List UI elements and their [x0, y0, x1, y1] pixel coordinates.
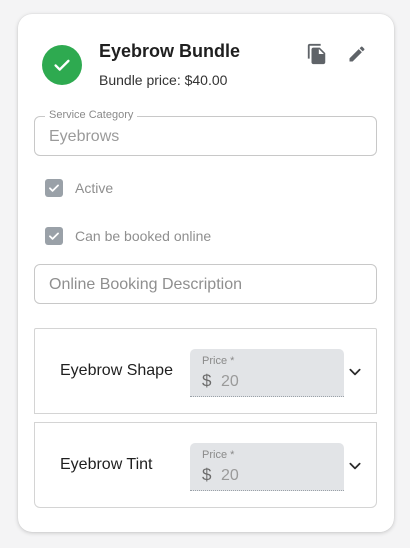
currency-symbol: $: [202, 371, 212, 390]
service-name: Eyebrow Shape: [60, 362, 173, 379]
price-label: Price *: [202, 355, 235, 367]
price-label: Price *: [202, 449, 235, 461]
price-value: 20: [221, 467, 239, 484]
currency-symbol: $: [202, 465, 212, 484]
bundle-price: Bundle price: $40.00: [99, 72, 228, 88]
online-booking-checkbox[interactable]: [45, 227, 63, 245]
active-checkbox-row[interactable]: Active: [45, 179, 113, 197]
price-value: 20: [221, 373, 239, 390]
service-item-eyebrow-shape: Eyebrow Shape Price * $ 20: [34, 328, 377, 414]
service-item-eyebrow-tint: Eyebrow Tint Price * $ 20: [34, 422, 377, 508]
service-category-field[interactable]: Service Category Eyebrows: [34, 109, 377, 156]
copy-icon[interactable]: [305, 42, 329, 66]
online-booking-description-placeholder: Online Booking Description: [49, 276, 242, 293]
online-booking-label: Can be booked online: [75, 228, 212, 244]
service-name: Eyebrow Tint: [60, 456, 153, 473]
active-label: Active: [75, 180, 114, 196]
chevron-down-icon[interactable]: [347, 364, 363, 380]
edit-icon[interactable]: [345, 42, 369, 66]
bundle-title: Eyebrow Bundle: [99, 41, 241, 61]
service-category-value: Eyebrows: [49, 128, 120, 145]
chevron-down-icon[interactable]: [347, 458, 363, 474]
bundle-card: Eyebrow Bundle Bundle price: $40.00 Serv…: [18, 14, 394, 532]
price-input[interactable]: Price * $ 20: [190, 349, 344, 397]
service-category-label: Service Category: [45, 109, 138, 121]
check-circle-icon: [42, 45, 82, 85]
active-checkbox[interactable]: [45, 179, 63, 197]
online-booking-checkbox-row[interactable]: Can be booked online: [45, 227, 211, 245]
online-booking-description-field[interactable]: Online Booking Description: [34, 264, 377, 304]
price-input[interactable]: Price * $ 20: [190, 443, 344, 491]
